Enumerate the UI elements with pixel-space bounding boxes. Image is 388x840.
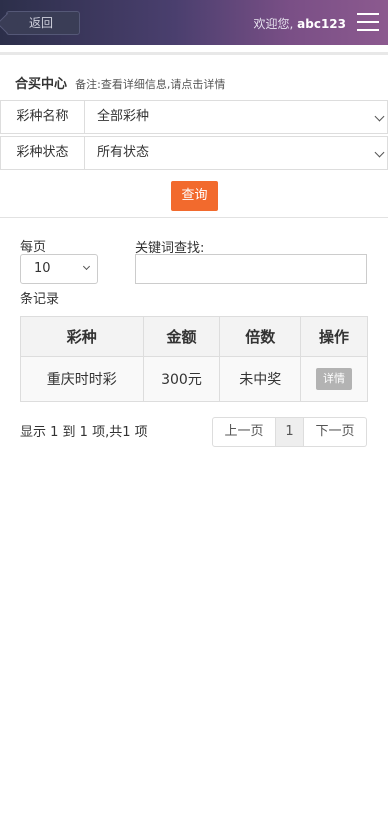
chevron-down-icon[interactable] [374,147,385,158]
column-header-lottery[interactable]: 彩种 [20,316,144,357]
cell-amount: 300元 [142,356,221,402]
section-divider [0,217,388,218]
column-header-amount[interactable]: 金额 [142,316,221,357]
pagination: 上一页 1 下一页 [212,417,367,447]
per-page-value: 10 [34,261,51,276]
per-page-select[interactable]: 10 [20,254,98,284]
page-title-row: 合买中心 备注:查看详细信息,请点击详情 [15,73,225,92]
lottery-name-label: 彩种名称 [1,101,85,133]
column-header-action[interactable]: 操作 [300,316,368,357]
prev-page-button[interactable]: 上一页 [212,417,276,447]
pagination-summary: 显示 1 到 1 项,共1 项 [20,425,148,440]
back-button[interactable]: 返回 [6,11,80,35]
bets-table: 彩种 金额 倍数 操作 重庆时时彩 300元 未中奖 详情 [20,316,368,402]
welcome-text: 欢迎您, abc123 [253,15,346,32]
top-header: 返回 欢迎您, abc123 [0,0,388,45]
column-header-multiple[interactable]: 倍数 [219,316,302,357]
cell-multiple: 未中奖 [219,356,302,402]
lottery-status-row: 彩种状态 所有状态 [0,136,388,170]
lottery-name-row: 彩种名称 全部彩种 [0,100,388,134]
page-note: 备注:查看详细信息,请点击详情 [75,78,226,91]
keyword-search-input[interactable] [135,254,367,284]
cell-action: 详情 [300,356,368,402]
query-button[interactable]: 查询 [171,181,218,211]
username: abc123 [297,17,346,31]
next-page-button[interactable]: 下一页 [304,417,367,447]
records-label: 条记录 [20,292,60,307]
detail-button[interactable]: 详情 [316,368,353,390]
chevron-down-icon [82,262,91,271]
lottery-name-select[interactable]: 全部彩种 [97,101,149,133]
hamburger-menu-icon[interactable] [357,13,379,31]
back-button-label: 返回 [29,16,54,30]
header-divider [0,52,388,55]
page-number-button[interactable]: 1 [276,417,304,447]
cell-lottery: 重庆时时彩 [20,356,144,402]
table-header-row: 彩种 金额 倍数 操作 [20,316,368,357]
lottery-status-label: 彩种状态 [1,137,85,169]
page-title: 合买中心 [15,77,68,92]
lottery-status-select[interactable]: 所有状态 [97,137,149,169]
per-page-label: 每页 [20,240,47,255]
chevron-down-icon[interactable] [374,111,385,122]
welcome-prefix: 欢迎您, [253,17,294,31]
table-row: 重庆时时彩 300元 未中奖 详情 [20,356,368,402]
